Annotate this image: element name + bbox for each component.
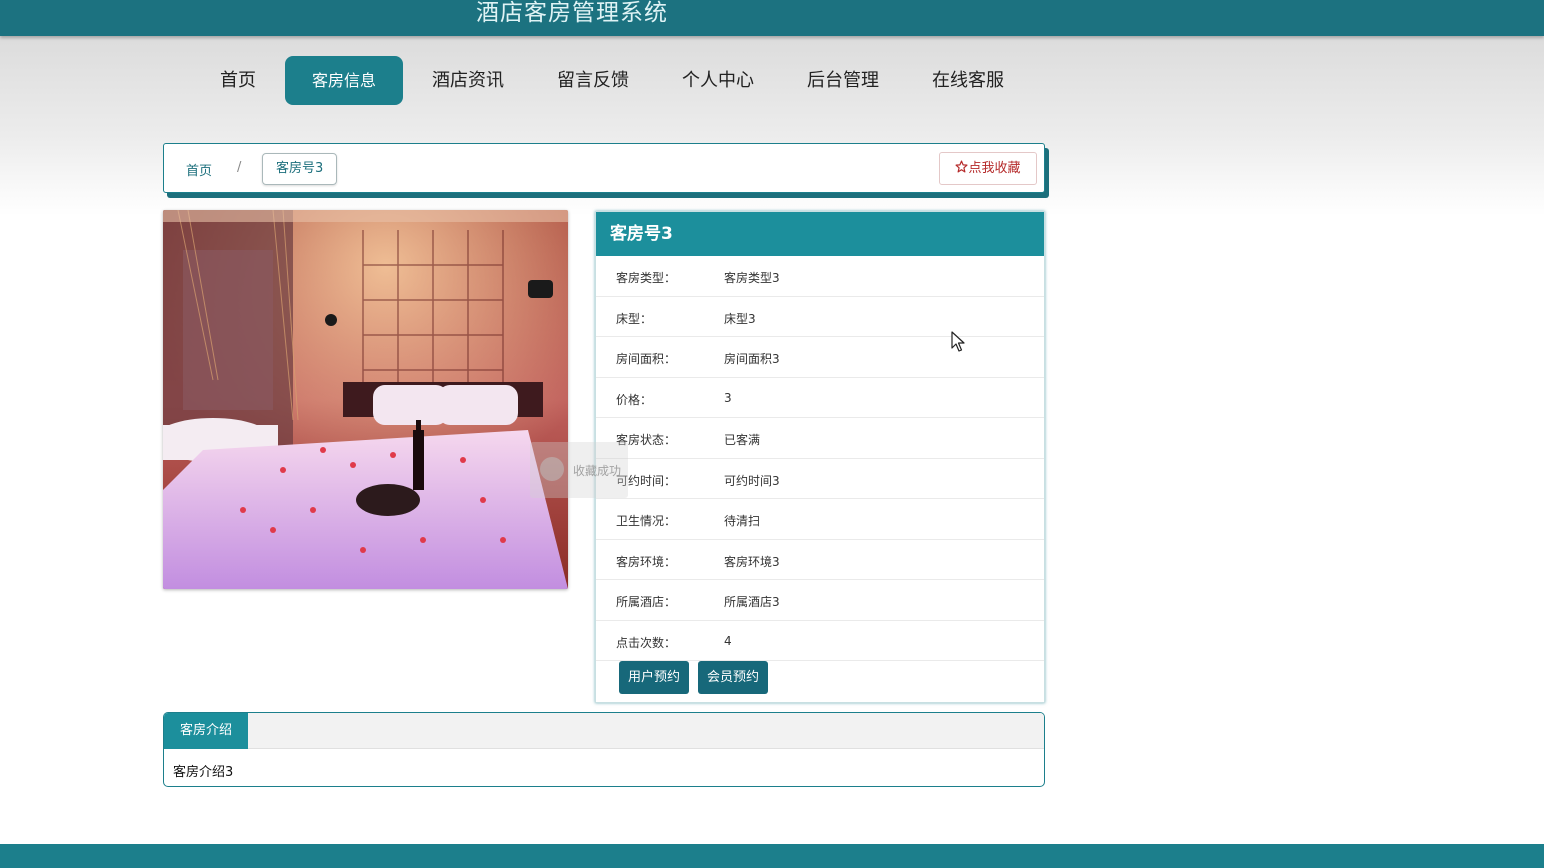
detail-row: 可约时间： 可约时间3 bbox=[596, 459, 1044, 499]
field-value: 房间面积3 bbox=[724, 352, 780, 366]
field-value: 所属酒店3 bbox=[724, 595, 780, 609]
field-value: 待清扫 bbox=[724, 514, 761, 528]
main-nav: 首页 客房信息 酒店资讯 留言反馈 个人中心 后台管理 在线客服 bbox=[196, 56, 1033, 105]
site-title: 酒店客房管理系统 bbox=[476, 0, 668, 26]
user-reserve-button[interactable]: 用户预约 bbox=[619, 661, 690, 694]
nav-item-feedback[interactable]: 留言反馈 bbox=[533, 56, 653, 105]
field-label: 所属酒店： bbox=[616, 595, 677, 609]
field-value: 3 bbox=[724, 390, 732, 405]
field-label: 房间面积： bbox=[616, 352, 677, 366]
room-title: 客房号3 bbox=[596, 212, 1044, 256]
detail-row: 客房类型： 客房类型3 bbox=[596, 256, 1044, 297]
field-value: 4 bbox=[724, 633, 732, 648]
nav-item-rooms[interactable]: 客房信息 bbox=[285, 56, 404, 105]
field-value: 客房环境3 bbox=[724, 554, 780, 569]
room-detail-panel: 客房号3 客房类型： 客房类型3 床型： 床型3 房间面积： 房间面积3 价格：… bbox=[595, 211, 1045, 703]
star-outline-icon bbox=[955, 160, 968, 173]
detail-row: 床型： 床型3 bbox=[596, 297, 1044, 337]
field-label: 客房环境： bbox=[616, 554, 677, 569]
favorite-button-label: 点我收藏 bbox=[968, 161, 1021, 176]
breadcrumb: 首页 / 客房号3 点我收藏 bbox=[163, 143, 1045, 193]
reservation-actions: 用户预约 会员预约 bbox=[619, 661, 777, 694]
detail-row: 卫生情况： 待清扫 bbox=[596, 499, 1044, 540]
field-value: 已客满 bbox=[724, 433, 761, 447]
field-value: 客房类型3 bbox=[724, 271, 780, 285]
detail-row: 房间面积： 房间面积3 bbox=[596, 337, 1044, 378]
detail-row: 价格： 3 bbox=[596, 378, 1044, 418]
nav-item-home[interactable]: 首页 bbox=[196, 56, 280, 105]
tab-room-intro[interactable]: 客房介绍 bbox=[164, 713, 248, 749]
intro-tab-bar: 客房介绍 bbox=[164, 713, 1044, 749]
field-label: 价格： bbox=[616, 392, 653, 407]
toast-message: 收藏成功 bbox=[573, 464, 622, 478]
field-label: 客房类型： bbox=[616, 271, 677, 285]
room-photo-image bbox=[163, 210, 568, 589]
nav-item-news[interactable]: 酒店资讯 bbox=[408, 56, 528, 105]
room-photo bbox=[163, 210, 568, 589]
field-value: 可约时间3 bbox=[724, 473, 780, 488]
detail-row: 所属酒店： 所属酒店3 bbox=[596, 580, 1044, 621]
footer-bar bbox=[0, 844, 1544, 868]
favorite-success-toast: 收藏成功 bbox=[530, 442, 628, 498]
detail-row: 客房环境： 客房环境3 bbox=[596, 540, 1044, 580]
field-label: 卫生情况： bbox=[616, 514, 677, 528]
breadcrumb-home-link[interactable]: 首页 bbox=[186, 160, 212, 179]
detail-row: 点击次数： 4 bbox=[596, 621, 1044, 661]
breadcrumb-current[interactable]: 客房号3 bbox=[262, 153, 338, 185]
room-intro-panel: 客房介绍 客房介绍3 bbox=[163, 712, 1045, 787]
breadcrumb-separator: / bbox=[237, 160, 242, 175]
field-value: 床型3 bbox=[724, 311, 756, 326]
top-header-bar: 酒店客房管理系统 bbox=[0, 0, 1544, 36]
member-reserve-button[interactable]: 会员预约 bbox=[698, 661, 769, 694]
detail-row: 客房状态： 已客满 bbox=[596, 418, 1044, 459]
smile-icon bbox=[540, 457, 564, 481]
nav-item-admin[interactable]: 后台管理 bbox=[783, 56, 903, 105]
intro-content: 客房介绍3 bbox=[173, 765, 234, 780]
mouse-cursor-icon bbox=[951, 331, 965, 352]
field-label: 床型： bbox=[616, 311, 653, 326]
favorite-button[interactable]: 点我收藏 bbox=[939, 152, 1037, 185]
nav-item-support[interactable]: 在线客服 bbox=[908, 56, 1028, 105]
field-label: 点击次数： bbox=[616, 635, 677, 650]
nav-item-profile[interactable]: 个人中心 bbox=[658, 56, 778, 105]
